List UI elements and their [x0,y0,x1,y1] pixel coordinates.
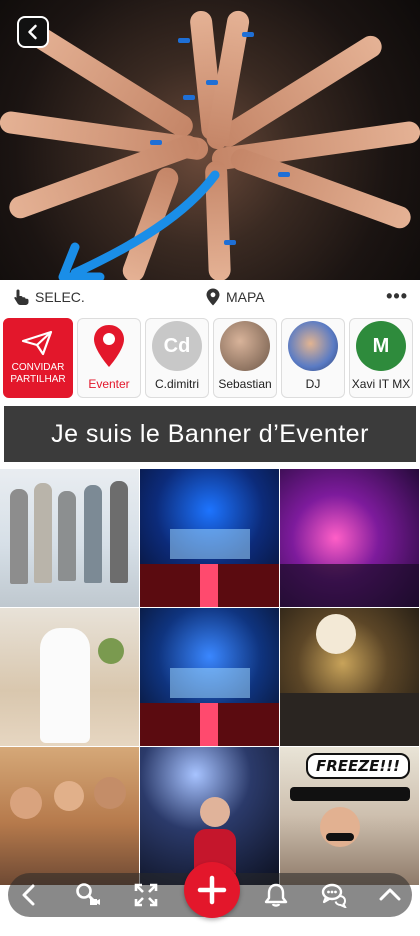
toolbar: SELEC. MAPA ••• [0,280,420,316]
contact-xavi[interactable]: M Xavi IT MX [349,318,413,398]
location-pin-icon [94,325,124,367]
chat-icon [321,883,347,908]
avatar-initials: Cd [163,334,191,357]
bell-icon [264,883,288,907]
nav-fullscreen-button[interactable] [130,879,162,911]
contact-label: Xavi IT MX [351,377,411,391]
contact-label: DJ [305,377,321,391]
arrow-pointer-icon [58,170,220,280]
map-label: MAPA [226,289,265,305]
back-button[interactable] [17,16,49,48]
select-label: SELEC. [35,289,85,305]
expand-icon [134,883,158,907]
hero-photo [0,0,420,280]
plus-icon [197,875,227,905]
contact-label: Sebastian [218,377,272,391]
contact-sebastian[interactable]: Sebastian [213,318,277,398]
photo-tile[interactable] [280,469,420,608]
banner-text: Je suis le Banner d’Eventer [51,419,369,448]
invite-label: CONVIDAR PARTILHAR [10,362,66,385]
search-video-icon [76,883,100,905]
nav-back-button[interactable] [14,879,46,911]
nav-up-button[interactable] [374,879,406,911]
nav-search-video-button[interactable] [72,879,104,911]
select-button[interactable]: SELEC. [12,288,85,306]
hand-pointer-icon [14,289,29,305]
contacts-row: CONVIDAR PARTILHAR Eventer Cd C.dimitri … [0,318,420,402]
send-plane-icon [21,330,53,356]
more-options-button[interactable]: ••• [386,286,408,307]
map-pin-icon [206,288,220,306]
nav-chat-button[interactable] [318,879,350,911]
photo-tile[interactable] [140,608,280,747]
invite-share-button[interactable]: CONVIDAR PARTILHAR [3,318,73,398]
avatar [220,321,270,371]
photo-tile[interactable] [0,608,140,747]
avatar: Cd [152,321,202,371]
photo-tile[interactable] [140,469,280,608]
add-button[interactable] [184,862,240,918]
photo-tile[interactable]: FREEZE!!! [280,747,420,886]
nav-notifications-button[interactable] [260,879,292,911]
photo-tile[interactable] [0,747,140,886]
avatar-initials: M [372,334,390,357]
freeze-sticker: FREEZE!!! [306,753,410,779]
chevron-left-icon [22,884,35,906]
contact-label: C.dimitri [155,377,199,391]
avatar: M [356,321,406,371]
eventer-banner[interactable]: Je suis le Banner d’Eventer [4,406,416,462]
photo-tile[interactable] [0,469,140,608]
contact-label: Eventer [88,377,130,391]
avatar [288,321,338,371]
contact-eventer[interactable]: Eventer [77,318,141,398]
contact-cdimitri[interactable]: Cd C.dimitri [145,318,209,398]
contact-dj[interactable]: DJ [281,318,345,398]
map-button[interactable]: MAPA [206,288,265,306]
photo-tile[interactable] [280,608,420,747]
chevron-left-icon [28,24,37,40]
chevron-up-icon [379,888,401,901]
photo-grid: FREEZE!!! [0,469,420,886]
